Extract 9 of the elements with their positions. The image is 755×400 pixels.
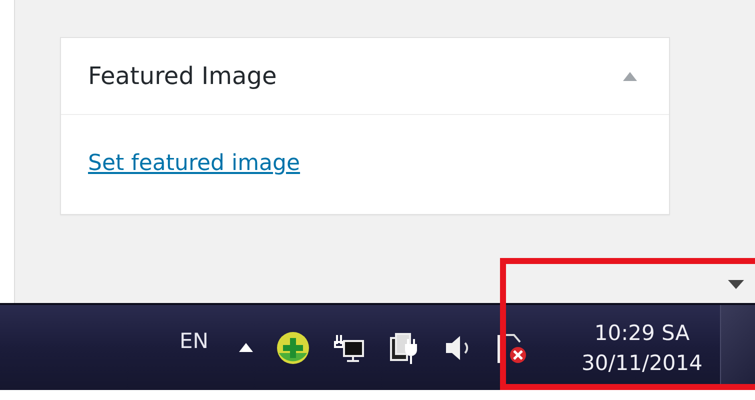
panel-title: Featured Image — [88, 62, 277, 90]
clock-time[interactable]: 10:29 SA — [594, 318, 690, 348]
language-indicator[interactable]: EN — [171, 328, 217, 352]
scroll-down-arrow-icon[interactable] — [728, 280, 744, 289]
show-hidden-icons-arrow-icon[interactable] — [239, 343, 253, 352]
set-featured-image-link[interactable]: Set featured image — [88, 151, 300, 176]
power-plug-icon[interactable] — [388, 330, 420, 364]
plus-circle-icon[interactable] — [276, 330, 310, 364]
clock-date[interactable]: 30/11/2014 — [581, 348, 703, 378]
